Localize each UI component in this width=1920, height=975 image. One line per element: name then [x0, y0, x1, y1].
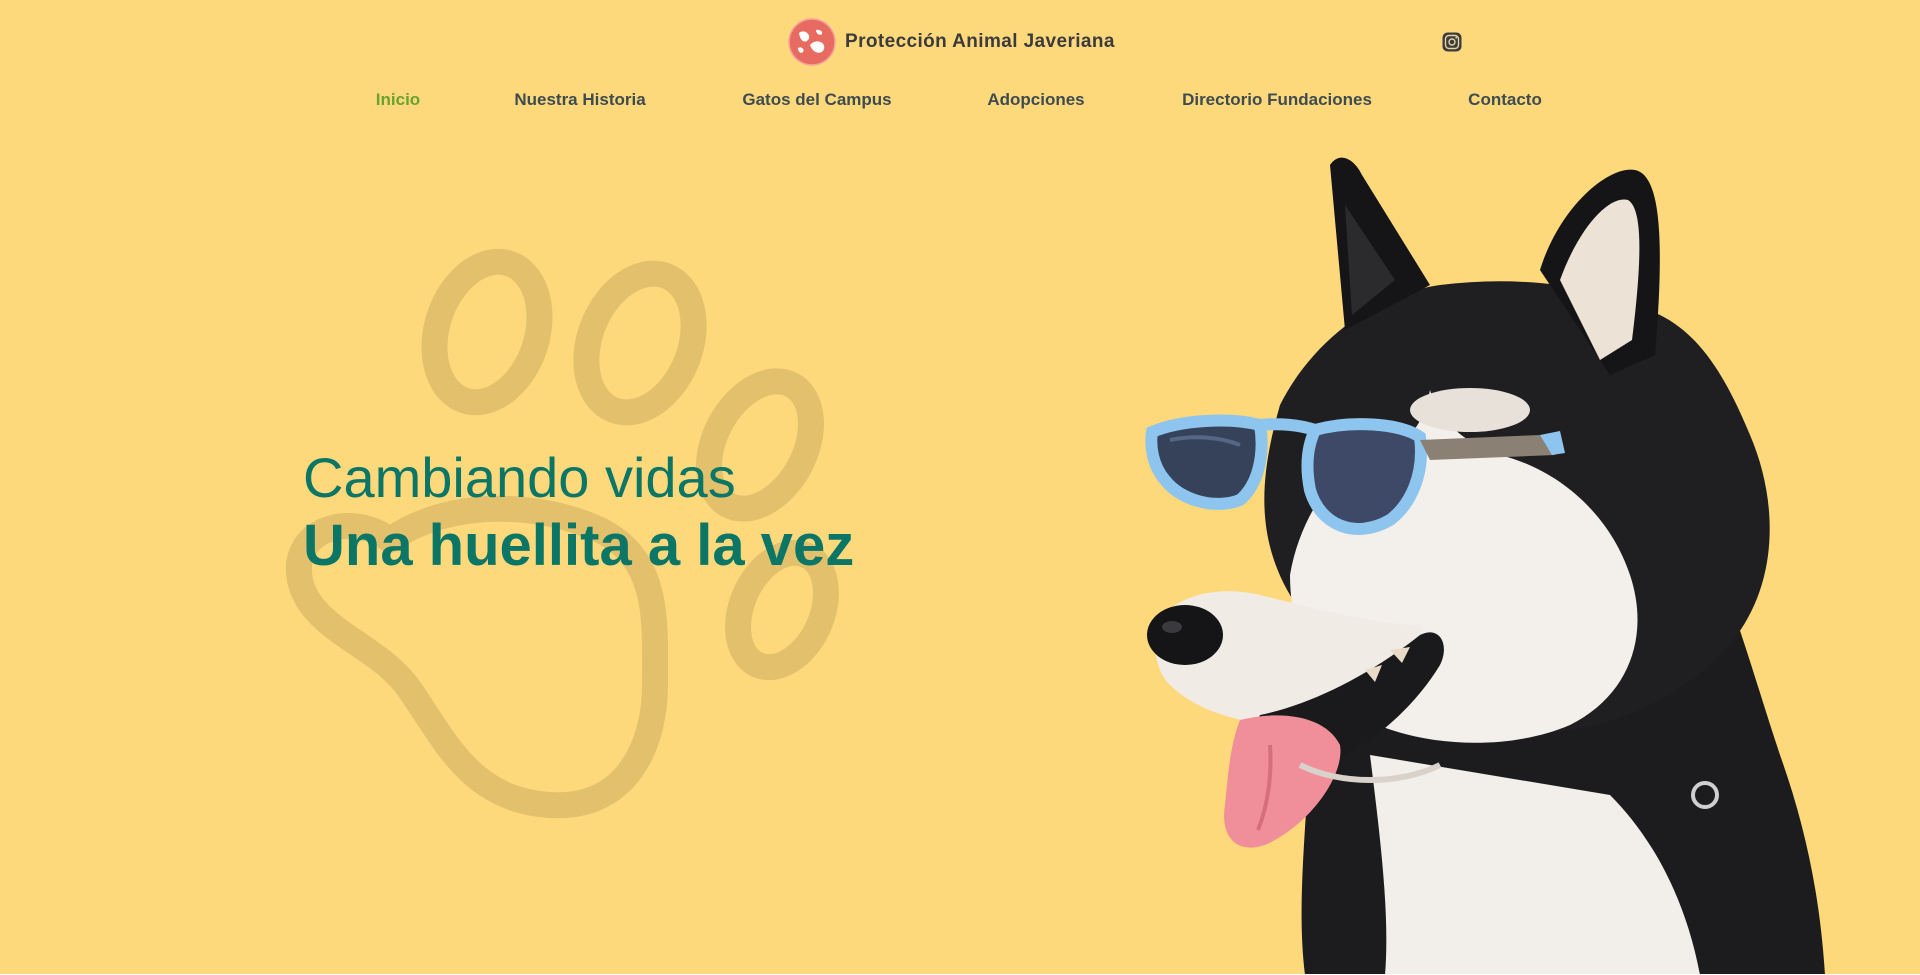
nav-item-nuestra-historia[interactable]: Nuestra Historia: [514, 90, 645, 110]
instagram-icon: [1442, 32, 1462, 52]
nav-item-adopciones[interactable]: Adopciones: [987, 90, 1084, 110]
page: Protección Animal Javeriana Inicio Nuest…: [0, 0, 1920, 974]
paw-logo-icon: [788, 18, 836, 66]
hero-title: Una huellita a la vez: [303, 513, 855, 578]
nav-item-inicio[interactable]: Inicio: [376, 90, 420, 110]
instagram-link[interactable]: [1442, 32, 1462, 52]
brand-link[interactable]: Protección Animal Javeriana: [788, 18, 1115, 66]
nav-item-gatos-del-campus[interactable]: Gatos del Campus: [742, 90, 891, 110]
hero-subtitle: Cambiando vidas: [303, 446, 736, 509]
nav-item-directorio-fundaciones[interactable]: Directorio Fundaciones: [1182, 90, 1372, 110]
main-nav: Inicio Nuestra Historia Gatos del Campus…: [0, 90, 1920, 118]
brand-name: Protección Animal Javeriana: [845, 31, 1115, 52]
nav-item-contacto[interactable]: Contacto: [1468, 90, 1542, 110]
husky-image: [1145, 157, 1825, 974]
